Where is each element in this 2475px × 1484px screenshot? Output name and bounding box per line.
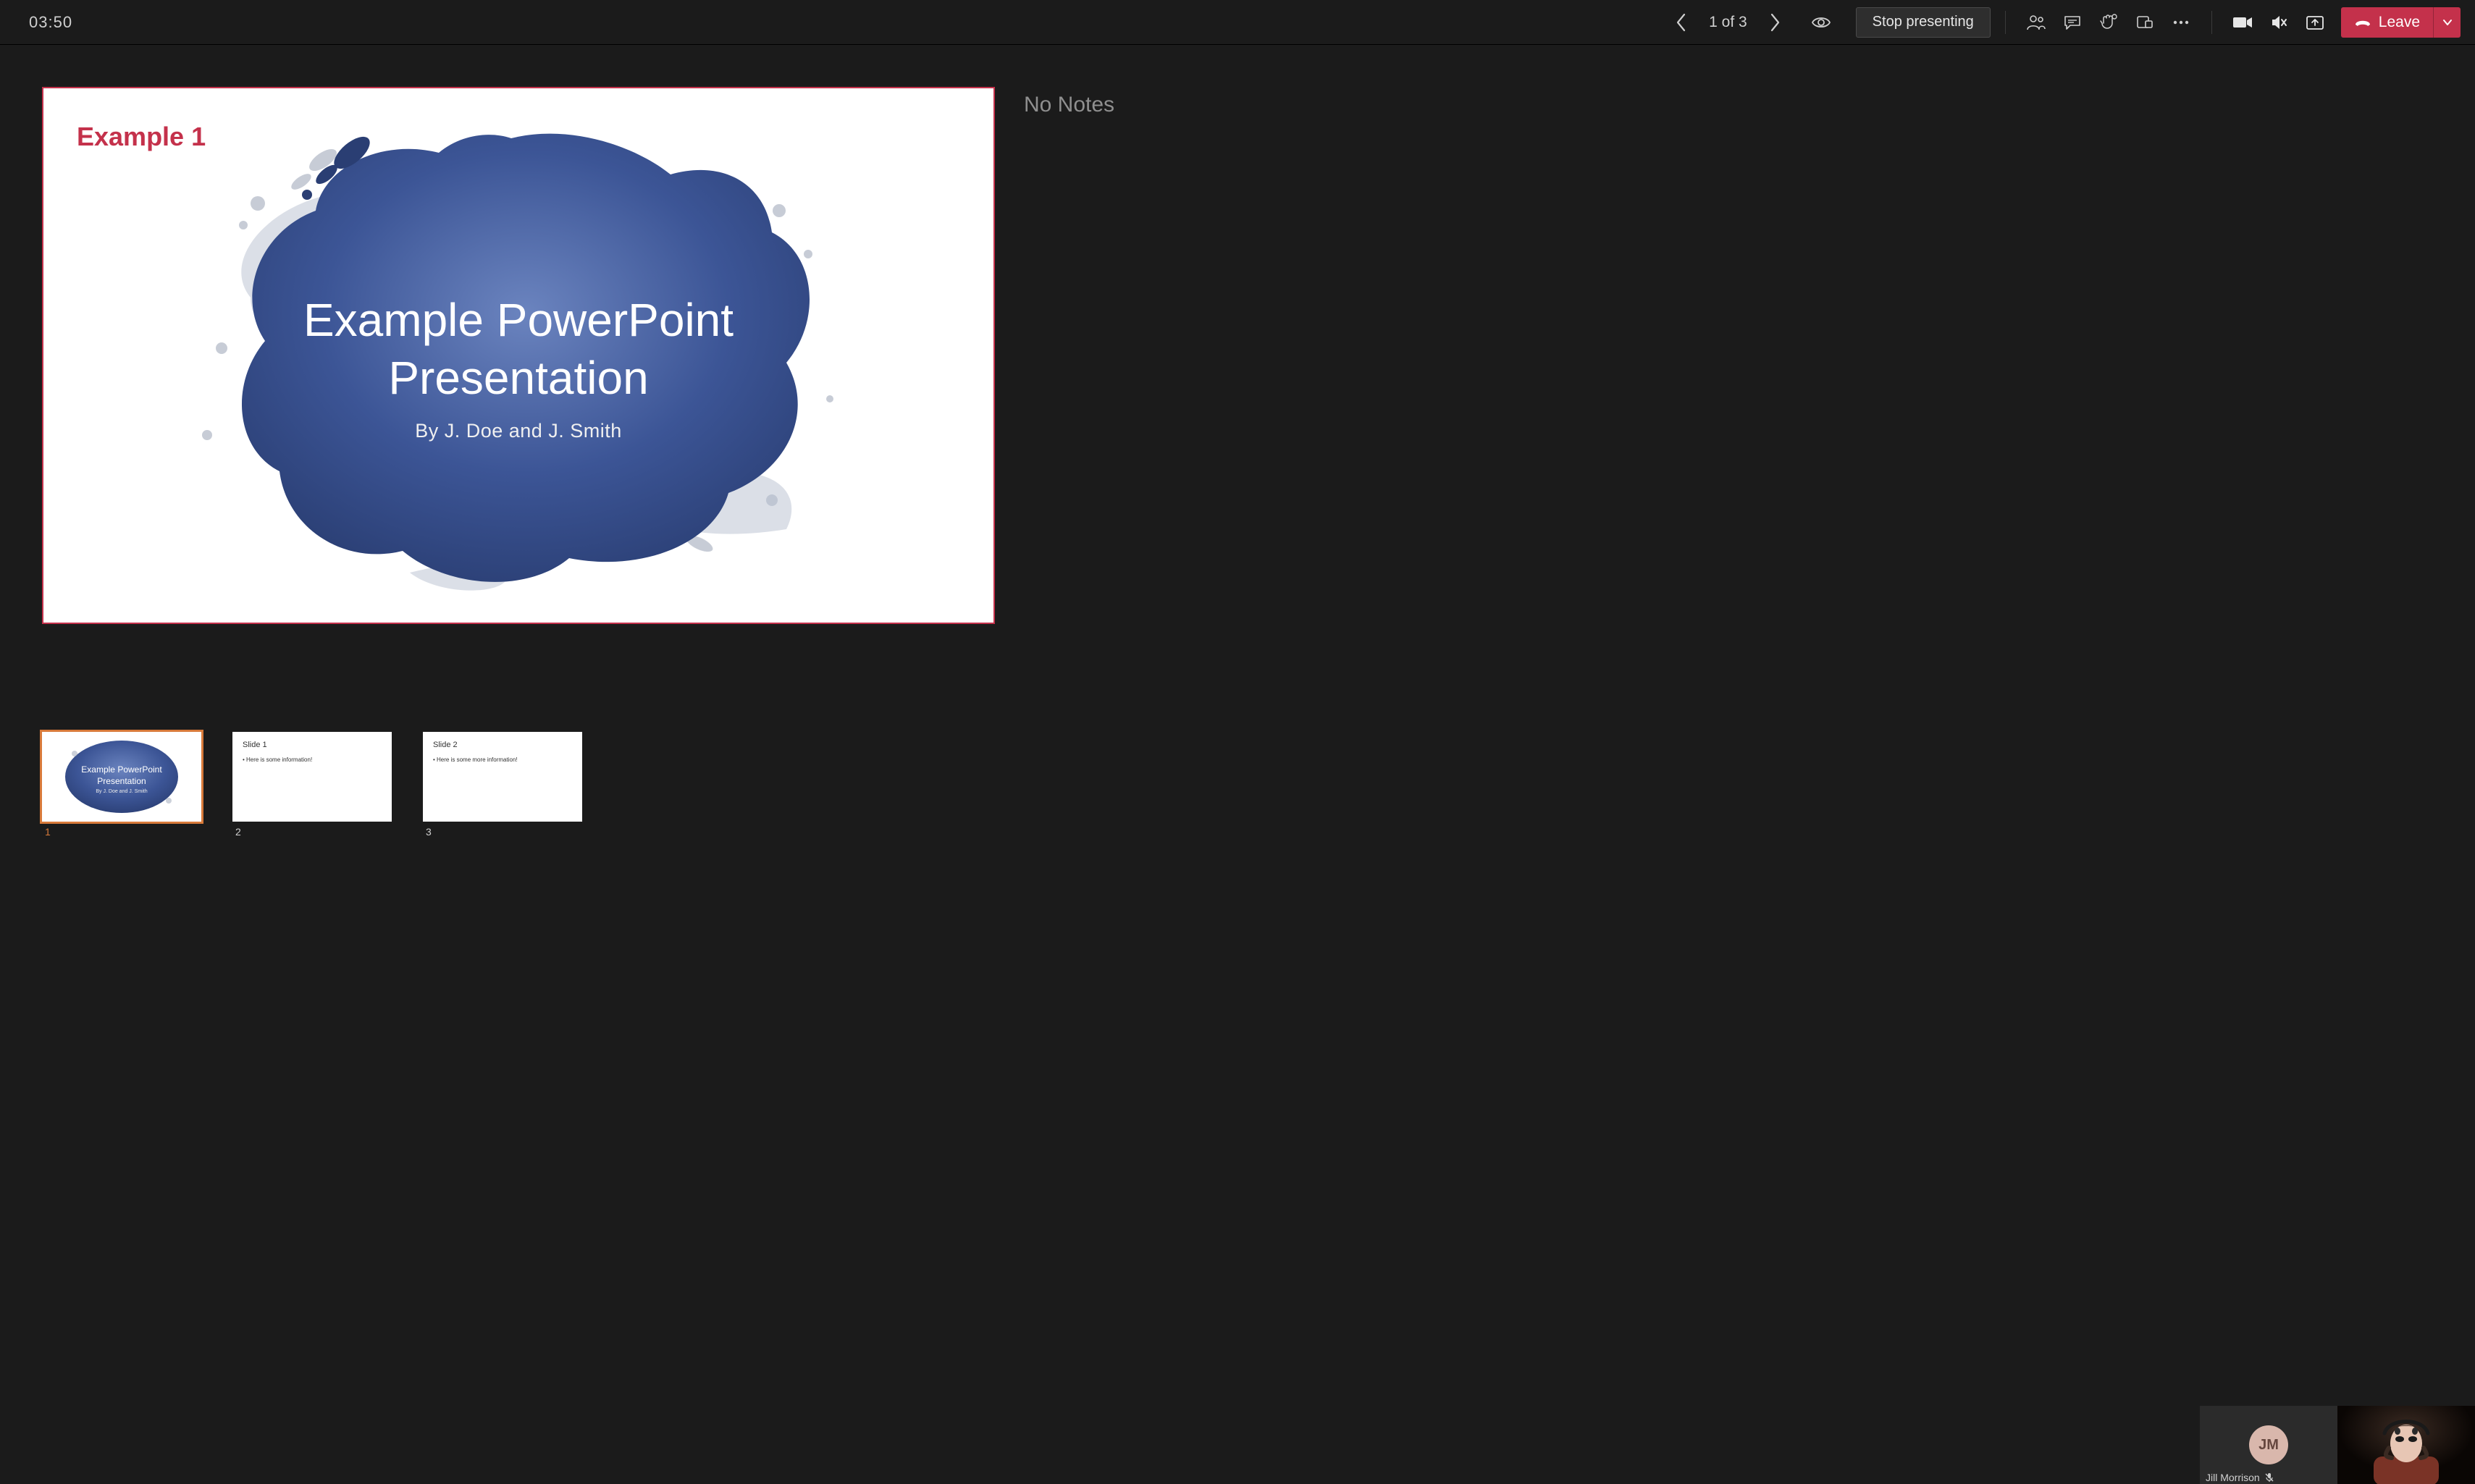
hangup-icon	[2354, 17, 2371, 28]
raise-hand-icon	[2099, 14, 2118, 31]
presenter-view-button[interactable]	[1805, 8, 1837, 37]
chevron-right-icon	[1769, 13, 1781, 32]
meeting-tools-cluster	[2020, 8, 2197, 37]
ellipsis-icon	[2172, 20, 2190, 25]
prev-slide-button[interactable]	[1665, 8, 1697, 37]
thumbnail-number: 1	[42, 826, 201, 838]
thumbnail-strip: Example PowerPoint Presentation By J. Do…	[42, 732, 582, 838]
people-icon	[2027, 14, 2046, 30]
participant-tile-avatar[interactable]: JM Jill Morrison	[2200, 1406, 2337, 1484]
toolbar-divider	[2211, 11, 2212, 34]
content-area: Example 1	[0, 45, 2475, 1484]
chat-button[interactable]	[2056, 8, 2088, 37]
share-button[interactable]	[2299, 8, 2331, 37]
current-slide[interactable]: Example 1	[42, 87, 995, 624]
av-cluster	[2227, 8, 2331, 37]
people-button[interactable]	[2020, 8, 2052, 37]
slide-nav-cluster: 1 of 3	[1665, 8, 1837, 37]
thumb-heading: Slide 2	[433, 741, 572, 749]
participant-strip: JM Jill Morrison	[2200, 1406, 2475, 1484]
notes-empty-label: No Notes	[1024, 93, 1114, 117]
slide-subtitle: By J. Doe and J. Smith	[43, 420, 993, 442]
thumbnail-1[interactable]: Example PowerPoint Presentation By J. Do…	[42, 732, 201, 822]
slide-counter: 1 of 3	[1706, 14, 1750, 31]
more-actions-button[interactable]	[2165, 8, 2197, 37]
thumbnail-2[interactable]: Slide 1 • Here is some information!	[232, 732, 392, 822]
camera-button[interactable]	[2227, 8, 2258, 37]
reactions-button[interactable]	[2093, 8, 2125, 37]
next-slide-button[interactable]	[1759, 8, 1791, 37]
participant-name-row: Jill Morrison	[2200, 1470, 2337, 1484]
toolbar-divider	[2005, 11, 2006, 34]
mic-muted-button[interactable]	[2263, 8, 2295, 37]
participant-tile-camera[interactable]	[2337, 1406, 2475, 1484]
thumb-title: Example PowerPoint Presentation By J. Do…	[42, 764, 201, 795]
thumbnail-3[interactable]: Slide 2 • Here is some more information!	[423, 732, 582, 822]
thumb-heading: Slide 1	[243, 741, 382, 749]
camera-icon	[2232, 16, 2253, 29]
app-root: 03:50 1 of 3 Stop presenting	[0, 0, 2475, 1484]
eye-icon	[1811, 15, 1831, 30]
slide-title-line2: Presentation	[43, 349, 993, 407]
thumbnail-number: 2	[232, 826, 392, 838]
call-timer: 03:50	[29, 13, 72, 32]
thumbnail-number: 3	[423, 826, 582, 838]
camera-person-graphic	[2356, 1413, 2457, 1484]
stop-presenting-button[interactable]: Stop presenting	[1856, 7, 1991, 38]
leave-label: Leave	[2379, 14, 2420, 31]
chevron-down-icon	[2442, 19, 2453, 26]
slide-title-block: Example PowerPoint Presentation By J. Do…	[43, 291, 993, 442]
avatar: JM	[2249, 1425, 2288, 1464]
leave-group: Leave	[2341, 7, 2461, 38]
share-screen-icon	[2306, 14, 2324, 30]
notes-pane: No Notes	[1024, 87, 1114, 1484]
slide-title-line1: Example PowerPoint	[43, 291, 993, 349]
leave-button[interactable]: Leave	[2341, 7, 2433, 38]
mic-muted-icon	[2264, 1472, 2274, 1483]
leave-options-button[interactable]	[2433, 7, 2461, 38]
chat-icon	[2064, 14, 2081, 30]
chevron-left-icon	[1676, 13, 1687, 32]
rooms-icon	[2136, 14, 2153, 30]
stop-presenting-label: Stop presenting	[1873, 14, 1974, 30]
speaker-muted-icon	[2270, 14, 2287, 31]
meeting-toolbar: 03:50 1 of 3 Stop presenting	[0, 0, 2475, 45]
thumb-bullet: • Here is some more information!	[433, 756, 572, 763]
rooms-button[interactable]	[2129, 8, 2161, 37]
thumb-bullet: • Here is some information!	[243, 756, 382, 763]
participant-name: Jill Morrison	[2206, 1472, 2260, 1483]
